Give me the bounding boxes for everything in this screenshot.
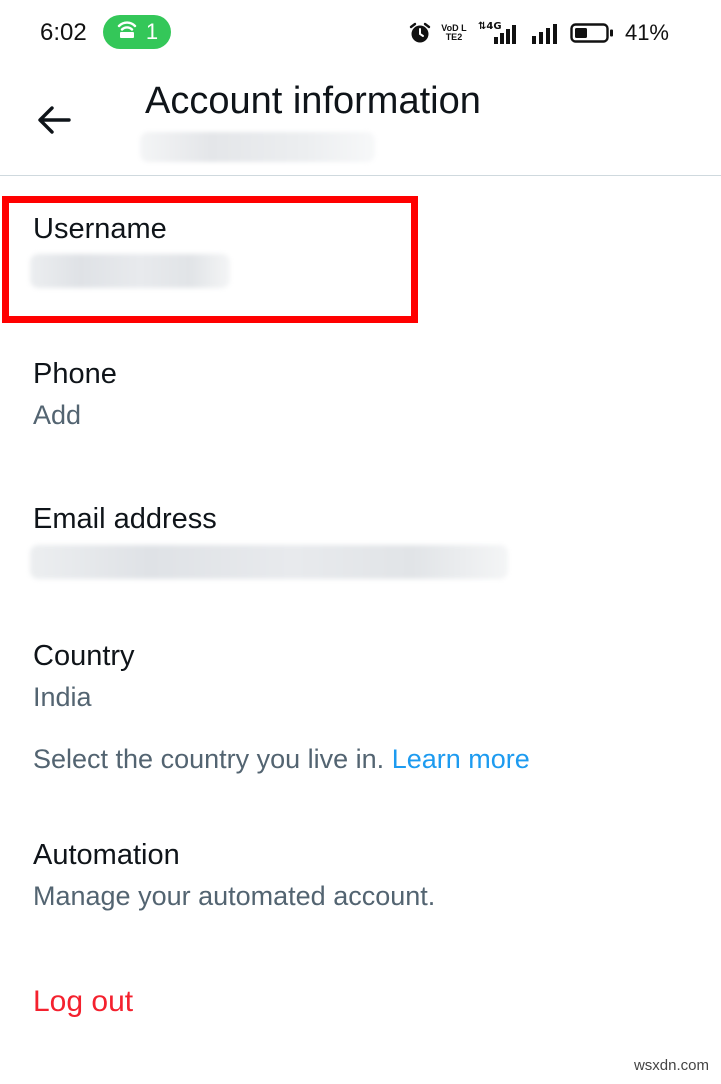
battery-percent: 41% [624,20,669,45]
hotspot-count: 1 [145,19,159,44]
volte-indicator: VoD LTE2 [441,23,467,42]
phone-value: Add [33,400,82,430]
phone-label: Phone [33,358,117,390]
status-icons: VoD LTE2 ⇅4G 41% [408,18,669,48]
signal-icon [531,21,561,45]
country-value: India [33,682,92,712]
svg-text:⇅4G: ⇅4G [478,21,502,32]
country-note-text: Select the country you live in. [33,744,392,774]
back-button[interactable] [34,102,74,142]
battery-icon [570,22,614,44]
country-label: Country [33,640,135,672]
automation-description: Manage your automated account. [33,881,436,911]
country-note: Select the country you live in. Learn mo… [33,744,530,775]
hotspot-badge[interactable]: 1 [103,15,171,49]
logout-button[interactable]: Log out [33,985,133,1019]
watermark: wsxdn.com [633,1057,709,1074]
signal-4g-icon: ⇅4G [476,20,522,46]
email-label: Email address [33,503,217,535]
header: Account information [0,66,721,176]
learn-more-link[interactable]: Learn more [392,744,530,774]
page-title: Account information [145,80,481,122]
automation-label: Automation [33,839,180,871]
arrow-left-icon [36,105,72,140]
hotspot-icon [116,18,138,46]
account-information-screen: 6:02 1 VoD LTE2 ⇅4G 41% Account informat… [0,0,721,1084]
highlight-annotation [2,196,418,323]
alarm-icon [408,21,432,45]
account-handle-redacted [140,132,375,162]
status-time: 6:02 [40,19,87,46]
email-value-redacted [30,545,508,579]
status-bar: 6:02 1 VoD LTE2 ⇅4G 41% [0,0,721,66]
